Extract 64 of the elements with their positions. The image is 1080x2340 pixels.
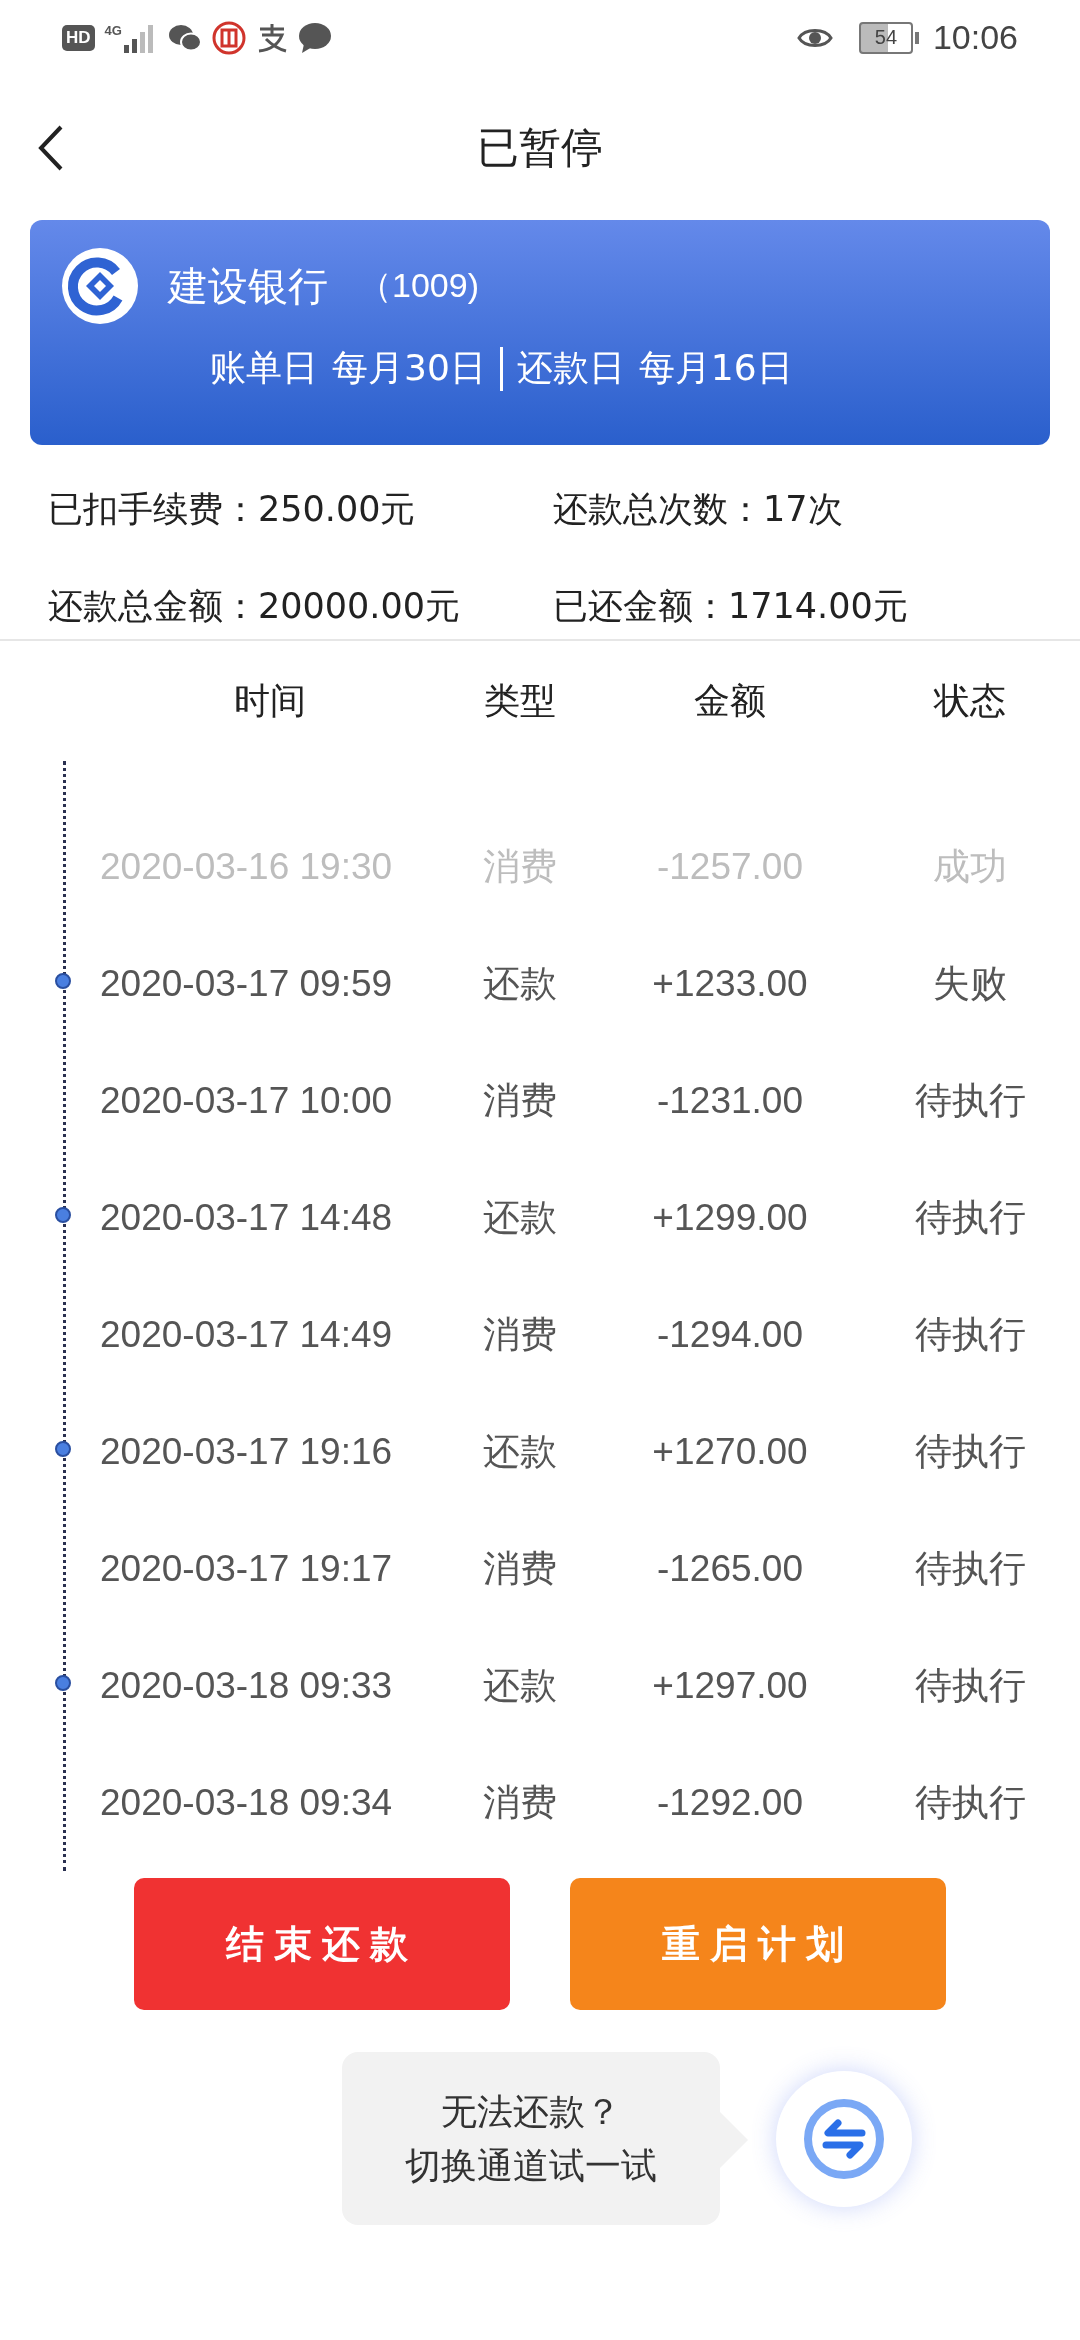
stat-text: 还款总次数：17次	[553, 488, 844, 531]
column-header: 状态	[932, 678, 1007, 723]
table-cell-text: 消费	[482, 1780, 558, 1825]
table-cell-text: +1233.00	[651, 962, 809, 1005]
stat-text: 已还金额：1714.00元	[553, 585, 909, 628]
message-icon	[297, 21, 332, 54]
table-cell-text: 消费	[482, 1312, 558, 1357]
table-cell-text: -1231.00	[655, 1079, 805, 1122]
table-cell-text: 消费	[482, 844, 558, 889]
bank-name: 建设银行	[168, 261, 328, 311]
table-cell-text: 待执行	[913, 1429, 1027, 1474]
swap-icon	[802, 2096, 886, 2181]
tooltip-text: 切换通道试一试	[405, 2143, 657, 2188]
clock: 10:06	[932, 18, 1018, 57]
table-cell-text: -1292.00	[655, 1781, 805, 1824]
column-header: 时间	[233, 678, 307, 723]
table-cell-text: +1297.00	[651, 1664, 809, 1707]
table-cell-text: 待执行	[913, 1780, 1027, 1825]
table-cell-text: 2020-03-16 19:30	[100, 845, 394, 888]
stat-text: 已扣手续费：250.00元	[48, 488, 417, 531]
network-type: 4G	[104, 22, 122, 38]
table-cell-text: 待执行	[913, 1312, 1027, 1357]
coin-icon	[211, 20, 246, 55]
bank-logo-icon	[62, 248, 138, 324]
repay-day: 每月16日	[638, 344, 793, 393]
bill-day: 每月30日	[332, 344, 486, 393]
repay-day-label: 还款日	[516, 346, 625, 390]
table-cell-text: 成功	[932, 844, 1008, 889]
table-cell-text: 还款	[482, 1429, 558, 1474]
table-cell-text: 2020-03-17 10:00	[100, 1079, 394, 1122]
table-cell-text: 还款	[482, 961, 558, 1006]
card-number: （1009)	[358, 265, 479, 306]
table-cell-text: 2020-03-17 19:16	[100, 1430, 394, 1473]
table-cell-text: -1294.00	[655, 1313, 805, 1356]
table-cell-text: 2020-03-17 14:48	[100, 1196, 394, 1239]
table-cell-text: 待执行	[913, 1546, 1027, 1591]
table-cell-text: +1299.00	[651, 1196, 809, 1239]
table-cell-text: 2020-03-17 14:49	[100, 1313, 394, 1356]
column-header: 金额	[693, 678, 767, 723]
table-cell-text: -1257.00	[655, 845, 805, 888]
table-cell-text: 还款	[482, 1663, 558, 1708]
page-title: 已暂停	[477, 121, 603, 174]
hd-indicator: HD	[62, 24, 95, 51]
stat-text: 还款总金额：20000.00元	[48, 585, 461, 628]
restart-plan-button[interactable]: 重启计划	[570, 1878, 946, 2010]
end-repayment-button[interactable]: 结束还款	[134, 1878, 510, 2010]
back-icon[interactable]	[38, 125, 64, 171]
column-header: 类型	[483, 678, 557, 723]
table-cell-text: 2020-03-18 09:33	[100, 1664, 394, 1707]
table-cell-text: 2020-03-17 19:17	[100, 1547, 394, 1590]
table-cell-text: 消费	[482, 1078, 558, 1123]
table-cell-text: +1270.00	[651, 1430, 809, 1473]
table-cell-text: 待执行	[913, 1195, 1027, 1240]
tooltip-text: 无法还款？	[441, 2089, 621, 2134]
table-cell-text: 待执行	[913, 1663, 1027, 1708]
table-cell-text: 待执行	[913, 1078, 1027, 1123]
table-cell-text: 还款	[482, 1195, 558, 1240]
bill-day-label: 账单日	[210, 346, 318, 390]
table-cell-text: 2020-03-17 09:59	[100, 962, 394, 1005]
table-cell-text: -1265.00	[655, 1547, 805, 1590]
table-cell-text: 失败	[932, 961, 1008, 1006]
table-cell-text: 2020-03-18 09:34	[100, 1781, 394, 1824]
chat-bubbles-icon	[167, 22, 202, 53]
table-cell-text: 消费	[482, 1546, 558, 1591]
